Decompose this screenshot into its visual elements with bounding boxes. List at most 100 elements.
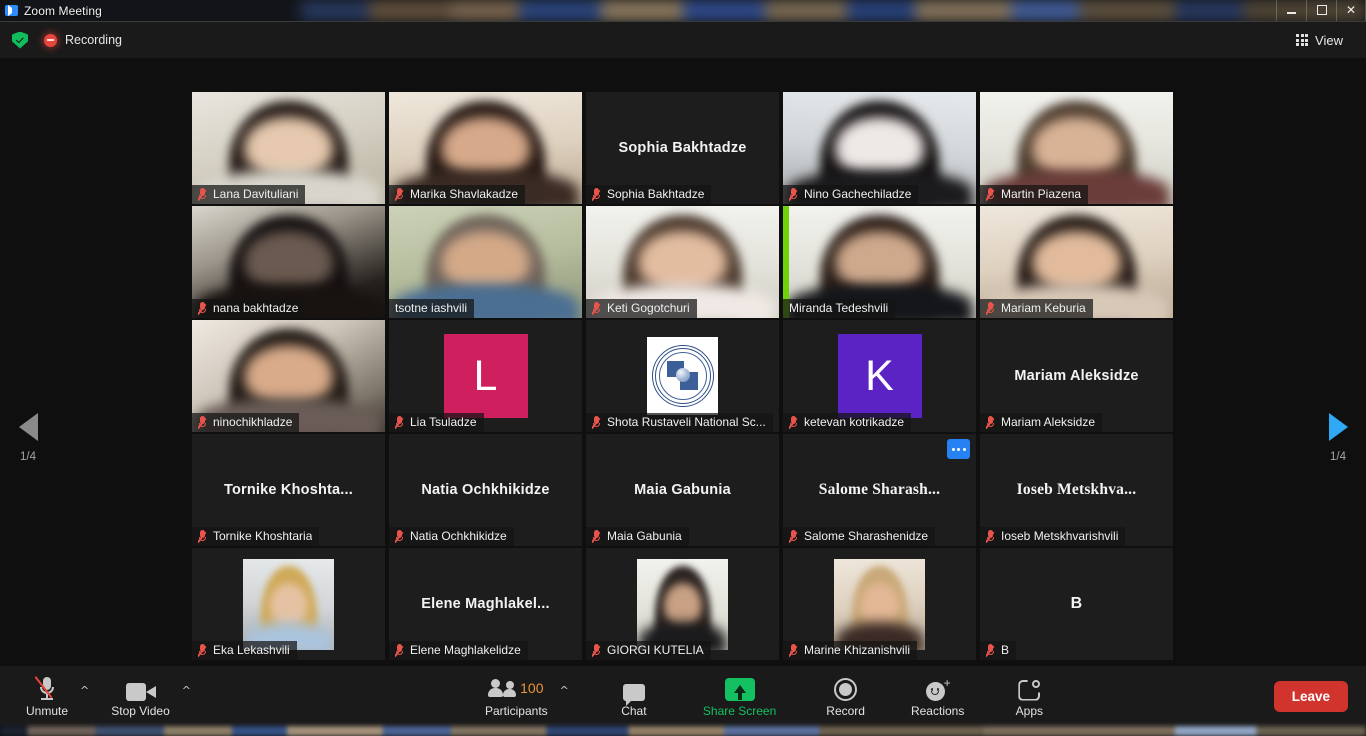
participant-tile[interactable]: Mariam Keburia bbox=[980, 206, 1173, 318]
participant-cell: Natia Ochkhikidze Natia Ochkhikidze bbox=[387, 433, 584, 547]
participant-tile[interactable]: Lana Davituliani bbox=[192, 92, 385, 204]
next-page-button[interactable]: 1/4 bbox=[1310, 413, 1366, 463]
participants-button[interactable]: 100 Participants bbox=[481, 675, 552, 718]
participant-cell: Eka Lekashvili bbox=[190, 547, 387, 661]
participants-options-chevron-up-icon[interactable]: ^ bbox=[560, 684, 569, 697]
chat-button[interactable]: Chat bbox=[611, 675, 657, 718]
participant-name: Marika Shavlakadze bbox=[410, 187, 519, 201]
participant-tile[interactable]: L Lia Tsuladze bbox=[389, 320, 582, 432]
participant-tile[interactable]: Elene Maghlakel... Elene Maghlakelidze bbox=[389, 548, 582, 660]
participant-name: Marine Khizanishvili bbox=[804, 643, 911, 657]
participant-name: Keti Gogotchuri bbox=[607, 301, 690, 315]
participant-cell: Shota Rustaveli National Sc... bbox=[584, 319, 781, 433]
participant-name: Martin Piazena bbox=[1001, 187, 1082, 201]
video-person-face bbox=[835, 231, 924, 292]
microphone-muted-icon bbox=[986, 643, 996, 657]
microphone-muted-icon bbox=[592, 643, 602, 657]
participant-tile[interactable]: Keti Gogotchuri bbox=[586, 206, 779, 318]
maximize-button[interactable] bbox=[1306, 0, 1336, 21]
participant-name: Mariam Aleksidze bbox=[1001, 415, 1096, 429]
microphone-muted-icon bbox=[986, 529, 996, 543]
participant-tile[interactable]: Sophia Bakhtadze Sophia Bakhtadze bbox=[586, 92, 779, 204]
share-screen-button[interactable]: Share Screen bbox=[699, 675, 780, 718]
participant-tile[interactable]: Eka Lekashvili bbox=[192, 548, 385, 660]
unmute-button[interactable]: Unmute bbox=[22, 675, 72, 718]
participant-cell: tsotne iashvili bbox=[387, 205, 584, 319]
profile-photo bbox=[243, 558, 334, 650]
participant-tile[interactable]: Ioseb Metskhva... Ioseb Metskhvarishvili bbox=[980, 434, 1173, 546]
participant-tile[interactable]: Marine Khizanishvili bbox=[783, 548, 976, 660]
participant-tile[interactable]: BB bbox=[980, 548, 1173, 660]
participant-tile[interactable]: Salome Sharash... Salome Sharashenidze bbox=[783, 434, 976, 546]
microphone-muted-icon bbox=[198, 529, 208, 543]
participant-name-bar: nana bakhtadze bbox=[192, 299, 306, 318]
grid-icon bbox=[1296, 34, 1309, 46]
participant-cell: GIORGI KUTELIA bbox=[584, 547, 781, 661]
participants-label: Participants bbox=[484, 703, 548, 718]
avatar: K bbox=[837, 334, 922, 418]
participant-tile[interactable]: GIORGI KUTELIA bbox=[586, 548, 779, 660]
participant-name-bar: Natia Ochkhikidze bbox=[389, 527, 514, 546]
tile-display-name: Mariam Aleksidze bbox=[1014, 368, 1139, 384]
minimize-button[interactable] bbox=[1276, 0, 1306, 21]
participant-tile[interactable]: Nino Gachechiladze bbox=[783, 92, 976, 204]
window-controls: ✕ bbox=[1276, 0, 1366, 21]
participant-tile[interactable]: ninochikhladze bbox=[192, 320, 385, 432]
view-button[interactable]: View bbox=[1287, 28, 1352, 53]
more-options-icon[interactable] bbox=[947, 439, 970, 459]
microphone-muted-icon bbox=[986, 301, 996, 315]
participant-tile[interactable]: Marika Shavlakadze bbox=[389, 92, 582, 204]
stop-video-button[interactable]: Stop Video bbox=[107, 675, 174, 718]
participant-name-bar: Nino Gachechiladze bbox=[783, 185, 919, 204]
participant-cell: Mariam Aleksidze Mariam Aleksidze bbox=[978, 319, 1175, 433]
audio-options-chevron-up-icon[interactable]: ^ bbox=[80, 684, 89, 697]
participant-tile[interactable]: Tornike Khoshta... Tornike Khoshtaria bbox=[192, 434, 385, 546]
chat-label: Chat bbox=[621, 703, 647, 718]
participant-tile[interactable]: Mariam Aleksidze Mariam Aleksidze bbox=[980, 320, 1173, 432]
participant-tile[interactable]: Shota Rustaveli National Sc... bbox=[586, 320, 779, 432]
microphone-muted-icon bbox=[198, 301, 208, 315]
participant-tile[interactable]: Natia Ochkhikidze Natia Ochkhikidze bbox=[389, 434, 582, 546]
participant-tile[interactable]: nana bakhtadze bbox=[192, 206, 385, 318]
participant-name-bar: Lana Davituliani bbox=[192, 185, 306, 204]
participant-tile[interactable]: Kketevan kotrikadze bbox=[783, 320, 976, 432]
participant-name: ketevan kotrikadze bbox=[804, 415, 905, 429]
video-person-face bbox=[244, 231, 333, 292]
windows-taskbar[interactable] bbox=[0, 726, 1366, 736]
profile-photo bbox=[834, 558, 925, 650]
participant-cell: ninochikhladze bbox=[190, 319, 387, 433]
photo-person-face bbox=[860, 582, 899, 628]
participant-name-bar: Mariam Aleksidze bbox=[980, 413, 1103, 432]
leave-button[interactable]: Leave bbox=[1273, 680, 1348, 712]
microphone-muted-icon bbox=[986, 187, 996, 201]
right-triangle-icon bbox=[1328, 413, 1348, 441]
window-title-bar: Zoom Meeting ✕ bbox=[0, 0, 1366, 22]
participant-tile[interactable]: Maia Gabunia Maia Gabunia bbox=[586, 434, 779, 546]
participant-tile[interactable]: tsotne iashvili bbox=[389, 206, 582, 318]
microphone-muted-icon bbox=[592, 301, 602, 315]
microphone-muted-icon bbox=[789, 643, 799, 657]
participant-cell: L Lia Tsuladze bbox=[387, 319, 584, 433]
participant-tile[interactable]: Miranda Tedeshvili bbox=[783, 206, 976, 318]
apps-button[interactable]: Apps bbox=[1006, 675, 1052, 718]
participant-name: ninochikhladze bbox=[213, 415, 293, 429]
microphone-muted-icon bbox=[789, 187, 799, 201]
microphone-muted-icon bbox=[592, 415, 602, 429]
stop-video-label: Stop Video bbox=[111, 703, 170, 718]
participant-cell: Ioseb Metskhva... Ioseb Metskhvarishvili bbox=[978, 433, 1175, 547]
microphone-muted-icon bbox=[592, 187, 602, 201]
close-button[interactable]: ✕ bbox=[1336, 0, 1366, 21]
unmute-label: Unmute bbox=[26, 703, 69, 718]
shield-check-icon[interactable] bbox=[12, 31, 28, 49]
participant-tile[interactable]: Martin Piazena bbox=[980, 92, 1173, 204]
record-button[interactable]: Record bbox=[822, 675, 869, 718]
video-person-face bbox=[1032, 231, 1121, 292]
video-options-chevron-up-icon[interactable]: ^ bbox=[182, 684, 191, 697]
participant-name-bar: Ioseb Metskhvarishvili bbox=[980, 527, 1126, 546]
participant-name-bar: ketevan kotrikadze bbox=[783, 413, 912, 432]
participant-name-bar: Tornike Khoshtaria bbox=[192, 527, 320, 546]
reactions-button[interactable]: + Reactions bbox=[907, 675, 968, 718]
previous-page-button[interactable]: 1/4 bbox=[0, 413, 56, 463]
window-title: Zoom Meeting bbox=[24, 3, 102, 18]
participant-name-bar: Marika Shavlakadze bbox=[389, 185, 526, 204]
